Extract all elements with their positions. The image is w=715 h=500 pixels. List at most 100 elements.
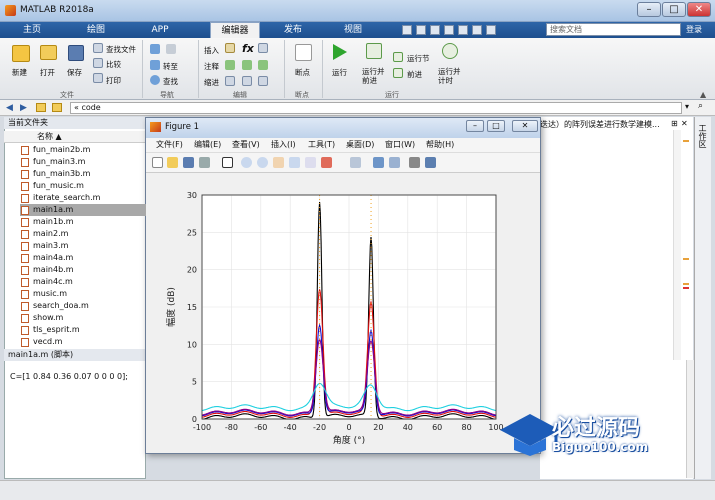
hide-plot-tools-icon[interactable] bbox=[409, 157, 420, 168]
breakpoints-button[interactable]: 断点 bbox=[295, 67, 310, 78]
figure-maximize-button[interactable]: □ bbox=[487, 120, 505, 132]
figure-minimize-button[interactable]: – bbox=[466, 120, 484, 132]
help-icon[interactable] bbox=[486, 25, 496, 35]
save-button[interactable]: 保存 bbox=[67, 67, 82, 78]
figure-close-button[interactable]: ✕ bbox=[512, 120, 538, 132]
find-files-button[interactable]: 查找文件 bbox=[106, 44, 136, 55]
new-icon[interactable] bbox=[12, 45, 30, 62]
forward-icon[interactable]: ▶ bbox=[20, 103, 27, 113]
smart-indent-icon[interactable] bbox=[225, 76, 235, 86]
file-list-item[interactable]: tls_esprit.m bbox=[20, 324, 146, 336]
cut-icon[interactable] bbox=[416, 25, 426, 35]
breakpoints-icon[interactable] bbox=[295, 44, 312, 61]
up-folder-icon[interactable] bbox=[36, 103, 46, 112]
insert-button[interactable]: 插入 bbox=[204, 45, 219, 56]
show-plot-tools-icon[interactable] bbox=[425, 157, 436, 168]
goto-button[interactable]: 转至 bbox=[163, 61, 178, 72]
warning-marker[interactable] bbox=[683, 283, 689, 285]
copy-icon[interactable] bbox=[430, 25, 440, 35]
find-button[interactable]: 查找 bbox=[163, 76, 178, 87]
run-icon[interactable] bbox=[333, 44, 347, 60]
browse-folder-icon[interactable] bbox=[52, 103, 62, 112]
tab-view[interactable]: 视图 bbox=[330, 22, 376, 38]
uncomment-icon[interactable] bbox=[242, 60, 252, 70]
figure-menu-view[interactable]: 查看(V) bbox=[232, 139, 260, 150]
run-and-time-icon[interactable] bbox=[442, 43, 458, 59]
open-button[interactable]: 打开 bbox=[40, 67, 55, 78]
spectrum-chart[interactable]: -100 -80 -60 -40 -20 0 20 40 60 80 100051015202530… bbox=[146, 173, 540, 453]
editor-scrollbar[interactable] bbox=[686, 360, 694, 478]
file-list-item[interactable]: main1a.m bbox=[20, 204, 146, 216]
tab-publish[interactable]: 发布 bbox=[270, 22, 316, 38]
file-list-item[interactable]: main3.m bbox=[20, 240, 146, 252]
comment-percent-icon[interactable] bbox=[225, 60, 235, 70]
file-list-item[interactable]: fun_main2b.m bbox=[20, 144, 146, 156]
figure-menu-edit[interactable]: 编辑(E) bbox=[194, 139, 221, 150]
tab-apps[interactable]: APP bbox=[138, 22, 182, 38]
open-file-icon[interactable] bbox=[167, 157, 178, 168]
editor-expand-icon[interactable]: ⊞ bbox=[671, 119, 678, 128]
file-list-item[interactable]: music.m bbox=[20, 288, 146, 300]
insert-function-icon[interactable] bbox=[258, 43, 268, 53]
workspace-label[interactable]: 工作区 bbox=[697, 124, 708, 148]
advance-button[interactable]: 前进 bbox=[407, 69, 422, 80]
back-arrow-icon[interactable] bbox=[150, 44, 160, 54]
open-folder-icon[interactable] bbox=[40, 45, 57, 60]
file-list-item[interactable]: show.m bbox=[20, 312, 146, 324]
new-button[interactable]: 新建 bbox=[12, 67, 27, 78]
undo-icon[interactable] bbox=[458, 25, 468, 35]
brush-icon[interactable] bbox=[321, 157, 332, 168]
select-arrow-icon[interactable] bbox=[222, 157, 233, 168]
login-link[interactable]: 登录 bbox=[686, 24, 702, 35]
file-list-item[interactable]: iterate_search.m bbox=[20, 192, 146, 204]
file-list-item[interactable]: fun_music.m bbox=[20, 180, 146, 192]
name-column-header[interactable]: 名称 ▲ bbox=[4, 131, 146, 143]
print-figure-icon[interactable] bbox=[199, 157, 210, 168]
figure-menu-tools[interactable]: 工具(T) bbox=[308, 139, 335, 150]
file-list-item[interactable]: vecd.m bbox=[20, 336, 146, 348]
wrap-comment-icon[interactable] bbox=[258, 60, 268, 70]
file-list-item[interactable]: search_doa.m bbox=[20, 300, 146, 312]
file-list-item[interactable]: main2.m bbox=[20, 228, 146, 240]
maximize-button[interactable]: □ bbox=[662, 2, 686, 17]
save-figure-icon[interactable] bbox=[183, 157, 194, 168]
legend-icon[interactable] bbox=[389, 157, 400, 168]
pan-hand-icon[interactable] bbox=[273, 157, 284, 168]
run-button[interactable]: 运行 bbox=[332, 67, 347, 78]
search-folder-icon[interactable]: ⌕ bbox=[698, 101, 703, 111]
back-icon[interactable]: ◀ bbox=[6, 103, 13, 113]
file-list-item[interactable]: main1b.m bbox=[20, 216, 146, 228]
path-dropdown-icon[interactable]: ▾ bbox=[685, 102, 689, 111]
workspace-strip[interactable] bbox=[694, 117, 711, 479]
paste-icon[interactable] bbox=[444, 25, 454, 35]
figure-menu-help[interactable]: 帮助(H) bbox=[426, 139, 454, 150]
run-and-advance-icon[interactable] bbox=[366, 43, 382, 59]
file-list-item[interactable]: main4a.m bbox=[20, 252, 146, 264]
figure-menu-desktop[interactable]: 桌面(D) bbox=[346, 139, 374, 150]
minimize-button[interactable]: – bbox=[637, 2, 661, 17]
run-and-time-button[interactable]: 运行并 计时 bbox=[438, 67, 461, 85]
warning-marker[interactable] bbox=[683, 140, 689, 142]
new-figure-icon[interactable] bbox=[152, 157, 163, 168]
redo-icon[interactable] bbox=[472, 25, 482, 35]
rotate-3d-icon[interactable] bbox=[289, 157, 300, 168]
zoom-out-icon[interactable] bbox=[257, 157, 268, 168]
tab-home[interactable]: 主页 bbox=[10, 22, 54, 38]
collapse-ribbon-icon[interactable]: ▲ bbox=[700, 90, 706, 99]
run-and-advance-button[interactable]: 运行并 前进 bbox=[362, 67, 385, 85]
file-list-item[interactable]: fun_main3.m bbox=[20, 156, 146, 168]
link-plot-icon[interactable] bbox=[350, 157, 361, 168]
forward-arrow-icon[interactable] bbox=[166, 44, 176, 54]
decrease-indent-icon[interactable] bbox=[258, 76, 268, 86]
file-list-item[interactable]: main4c.m bbox=[20, 276, 146, 288]
figure-menu-window[interactable]: 窗口(W) bbox=[385, 139, 415, 150]
fx-button[interactable]: fx bbox=[242, 42, 254, 55]
figure-menu-file[interactable]: 文件(F) bbox=[156, 139, 183, 150]
colorbar-icon[interactable] bbox=[373, 157, 384, 168]
file-list-item[interactable]: main4b.m bbox=[20, 264, 146, 276]
search-documentation-input[interactable]: 搜索文档 bbox=[546, 23, 681, 36]
error-marker[interactable] bbox=[683, 287, 689, 289]
close-button[interactable]: ✕ bbox=[687, 2, 711, 17]
run-section-button[interactable]: 运行节 bbox=[407, 53, 430, 64]
compare-button[interactable]: 比较 bbox=[106, 59, 121, 70]
